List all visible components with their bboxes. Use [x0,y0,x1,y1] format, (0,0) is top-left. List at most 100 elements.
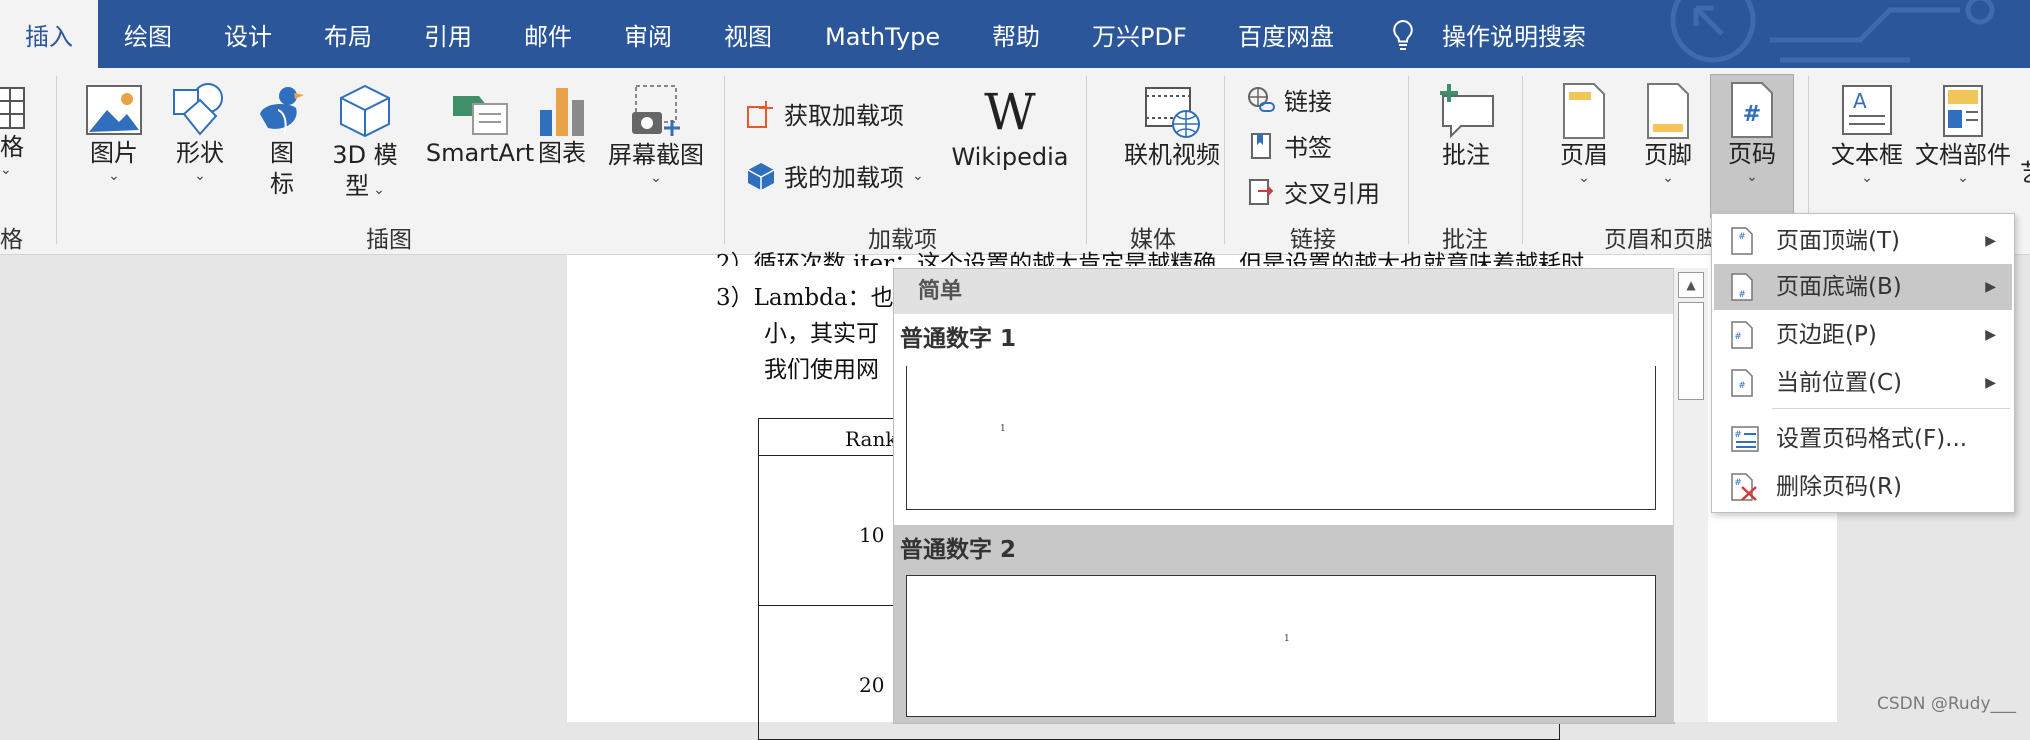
menu-item-page-margins[interactable]: # 页边距(P) ▶ [1714,312,2012,358]
footer-button[interactable]: 页脚 ⌄ [1638,82,1698,185]
footer-icon [1647,83,1689,139]
header-button[interactable]: 页眉 ⌄ [1554,82,1614,185]
submenu-arrow-icon: ▶ [1985,279,1996,295]
online-video-icon [1145,87,1200,138]
tab-view[interactable]: 视图 [724,0,772,68]
table-icon [0,87,25,129]
page-number-icon: # [1731,82,1773,138]
textbox-icon: A [1842,85,1892,135]
remove-page-numbers-icon: # [1731,473,1757,501]
table-cell: 20 [859,673,885,697]
picture-button[interactable]: 图片 ⌄ [82,82,146,183]
tab-wondershare-pdf[interactable]: 万兴PDF [1092,0,1187,68]
3d-cube-icon [340,84,390,138]
get-addins-button[interactable]: 获取加载项 [746,96,904,131]
shapes-icon [173,83,223,136]
quick-parts-button[interactable]: 文档部件 ⌄ [1912,82,2014,185]
document-line-4: 我们使用网 [764,357,879,383]
gallery-item-plain-number-2[interactable]: 1 [906,575,1656,717]
table-cell: 10 [859,523,885,547]
svg-text:#: # [1738,290,1746,300]
screenshot-icon [632,85,680,136]
textbox-button[interactable]: A 文本框 ⌄ [1822,82,1912,185]
gallery-item-label: 普通数字 2 [894,525,1674,575]
tab-insert[interactable]: 插入 [0,0,98,68]
chart-button[interactable]: 图表 [534,82,590,169]
bookmark-button[interactable]: 书签 [1246,128,1332,163]
textbox-label: 文本框 [1831,141,1903,169]
svg-text:#: # [1743,102,1761,127]
tab-design[interactable]: 设计 [224,0,272,68]
online-video-button[interactable]: 联机视频 [1104,82,1240,171]
chart-label: 图表 [538,139,586,167]
3d-models-label-line2-text: 型 [345,172,370,200]
lightbulb-icon[interactable] [1388,18,1418,52]
svg-text:#: # [1738,232,1746,242]
submenu-arrow-icon: ▶ [1985,327,1996,343]
menu-item-label: 删除页码(R) [1776,474,1902,500]
chevron-down-icon: ⌄ [1861,170,1873,186]
document-line-2: 3）Lambda：也 [716,285,894,311]
comment-label: 批注 [1442,141,1490,169]
smartart-label: SmartArt [425,139,535,167]
tab-help[interactable]: 帮助 [992,0,1040,68]
tell-me-search[interactable]: 操作说明搜索 [1442,0,1586,68]
document-line-1: 2）循环次数 iter：这个设置的越大肯定是越精确，但是设置的越大也就意味着越耗… [716,251,1608,266]
icons-label-line1: 图 [270,139,294,167]
cross-reference-button[interactable]: 交叉引用 [1246,174,1380,209]
menu-item-label: 页面底端(B) [1776,274,1902,300]
cross-reference-icon [1249,178,1274,205]
screenshot-button[interactable]: 屏幕截图 ⌄ [606,82,706,185]
chevron-down-icon: ⌄ [373,182,385,198]
menu-item-label: 当前位置(C) [1776,370,1903,396]
screenshot-label: 屏幕截图 [608,141,704,169]
link-button[interactable]: 链接 [1246,82,1332,117]
menu-item-current-position[interactable]: # 当前位置(C) ▶ [1714,360,2012,406]
page-number-button[interactable]: # 页码 ⌄ [1710,74,1794,218]
link-icon [1248,86,1275,112]
tab-baidu-netdisk[interactable]: 百度网盘 [1238,0,1334,68]
wikipedia-button[interactable]: W Wikipedia [950,82,1070,173]
chevron-down-icon: ⌄ [1746,169,1758,185]
table-button[interactable]: 格 ⌄ [0,86,28,177]
3d-models-button[interactable]: 3D 模 型 ⌄ [330,82,400,202]
new-comment-button[interactable]: 批注 [1428,82,1504,171]
tab-mathtype[interactable]: MathType [825,0,940,68]
smartart-button[interactable]: SmartArt [412,82,548,169]
menu-item-bottom-of-page[interactable]: # 页面底端(B) ▶ [1714,264,2012,310]
link-label: 链接 [1284,88,1332,116]
group-label-header-footer: 页眉和页脚 [1604,227,1719,253]
shapes-button[interactable]: 形状 ⌄ [164,82,236,183]
scroll-up-arrow-icon[interactable]: ▲ [1678,272,1704,298]
tab-mailings[interactable]: 邮件 [524,0,572,68]
chevron-down-icon: ⌄ [1578,170,1590,186]
wordart-button-partial[interactable]: 艺 [2020,158,2030,189]
gallery-item-plain-number-1[interactable]: 1 [906,366,1656,510]
menu-item-top-of-page[interactable]: # 页面顶端(T) ▶ [1714,218,2012,264]
comment-icon [1440,84,1494,139]
svg-text:#: # [1734,478,1742,488]
group-separator [1522,76,1523,244]
menu-item-label: 设置页码格式(F)... [1776,426,1968,452]
chevron-down-icon: ⌄ [0,162,12,178]
title-bar-decoration [1670,0,1995,63]
chart-icon [540,88,584,136]
menu-item-label: 页面顶端(T) [1776,228,1900,254]
gallery-scrollbar[interactable]: ▲ [1673,268,1708,722]
tab-layout[interactable]: 布局 [324,0,372,68]
chevron-down-icon: ⌄ [1662,170,1674,186]
bookmark-label: 书签 [1284,134,1332,162]
icons-button[interactable]: 图 标 [252,82,312,200]
chevron-down-icon: ⌄ [194,168,206,184]
3d-models-label-line1: 3D 模 [332,141,398,169]
menu-item-format-page-numbers[interactable]: # 设置页码格式(F)... [1714,416,2012,462]
addins-cube-icon [747,162,775,190]
my-addins-button[interactable]: 我的加载项 ⌄ [746,158,924,193]
tab-draw[interactable]: 绘图 [124,0,172,68]
tab-references[interactable]: 引用 [424,0,472,68]
menu-item-remove-page-numbers[interactable]: # 删除页码(R) [1714,464,2012,510]
current-position-icon: # [1731,369,1753,397]
tab-review[interactable]: 审阅 [624,0,672,68]
scrollbar-thumb[interactable] [1678,302,1704,400]
cross-reference-label: 交叉引用 [1284,180,1380,208]
